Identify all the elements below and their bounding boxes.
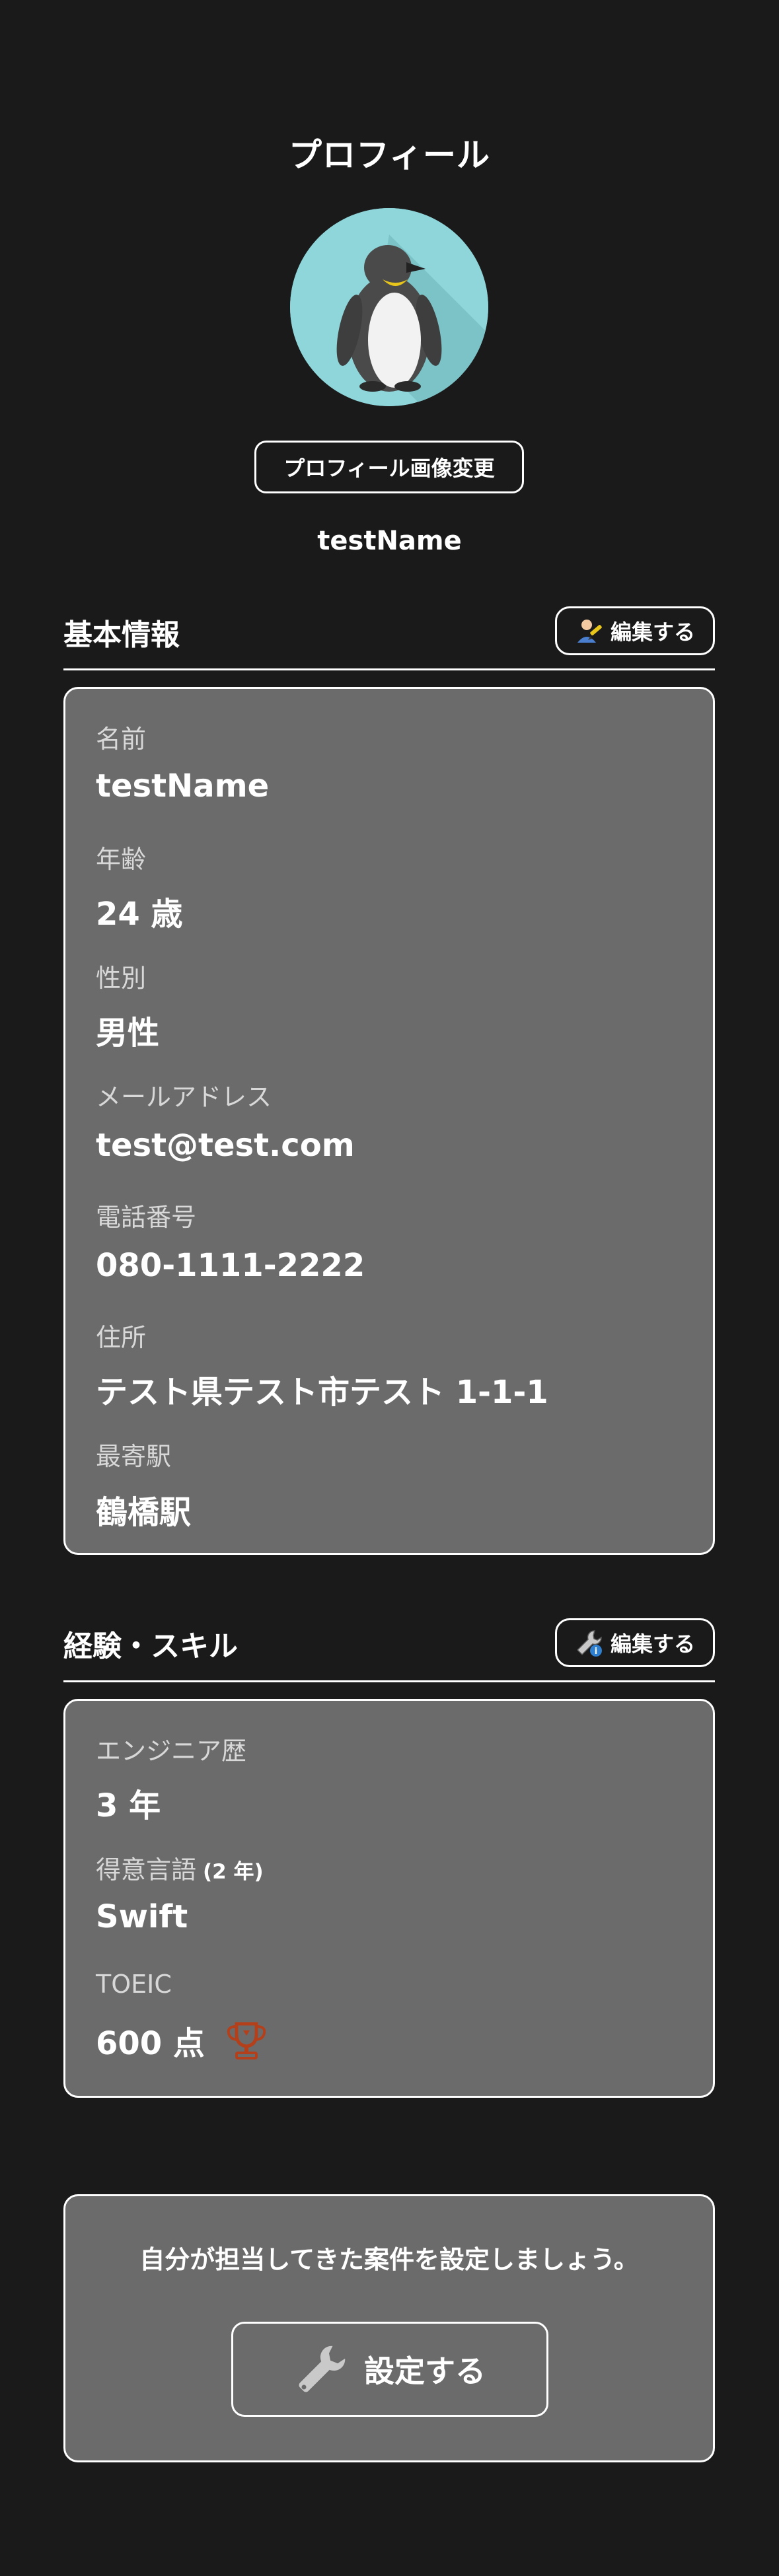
field-label-language-years: (2 年) xyxy=(203,1860,264,1884)
svg-text:i: i xyxy=(595,1647,597,1657)
field-label-toeic: TOEIC xyxy=(96,1970,172,1999)
field-value-station: 鶴橋駅 xyxy=(96,1494,192,1531)
skills-edit-label: 編集する xyxy=(610,1631,695,1657)
field-label-language-text: 得意言語 xyxy=(96,1855,197,1884)
field-value-toeic: 600 点 xyxy=(96,2025,205,2062)
field-label-email: メールアドレス xyxy=(96,1083,272,1112)
projects-setup-button[interactable]: 設定する xyxy=(231,2322,548,2417)
field-label-name: 名前 xyxy=(96,725,147,754)
field-value-engineer-years: 3 年 xyxy=(96,1787,161,1824)
basic-info-card xyxy=(63,687,715,1555)
field-value-phone: 080-1111-2222 xyxy=(96,1247,365,1284)
field-value-language: Swift xyxy=(96,1898,188,1935)
avatar[interactable] xyxy=(290,208,488,406)
skills-title: 経験・スキル xyxy=(63,1629,238,1663)
projects-setup-label: 設定する xyxy=(364,2353,486,2389)
trophy-icon xyxy=(227,2022,266,2059)
field-label-language: 得意言語 (2 年) xyxy=(96,1849,264,1886)
user-edit-icon xyxy=(577,620,602,643)
projects-prompt: 自分が担当してきた案件を設定しましょう。 xyxy=(139,2245,639,2274)
username: testName xyxy=(317,526,462,556)
field-value-email: test@test.com xyxy=(96,1127,355,1164)
field-value-age: 24 歳 xyxy=(96,896,183,933)
field-label-engineer-years: エンジニア歴 xyxy=(96,1736,247,1766)
basic-info-edit-button[interactable]: 編集する xyxy=(555,606,715,655)
skills-divider xyxy=(63,1680,715,1682)
field-label-phone: 電話番号 xyxy=(96,1203,197,1232)
field-label-gender: 性別 xyxy=(96,964,147,993)
wrench-icon xyxy=(297,2344,347,2394)
basic-info-title: 基本情報 xyxy=(63,618,180,652)
wrench-edit-icon: i xyxy=(576,1630,602,1657)
page-title: プロフィール xyxy=(289,136,490,174)
basic-info-divider xyxy=(63,668,715,670)
skills-edit-button[interactable]: i 編集する xyxy=(555,1618,715,1667)
field-label-age: 年齢 xyxy=(96,845,147,874)
field-label-station: 最寄駅 xyxy=(96,1442,172,1471)
basic-info-edit-label: 編集する xyxy=(610,620,695,645)
field-value-name: testName xyxy=(96,768,270,805)
field-value-gender: 男性 xyxy=(96,1015,160,1052)
penguin-icon xyxy=(290,208,488,406)
field-label-address: 住所 xyxy=(96,1323,147,1352)
field-value-toeic-row: 600 点 xyxy=(96,2017,270,2063)
field-value-address: テスト県テスト市テスト 1-1-1 xyxy=(96,1374,548,1411)
change-profile-image-button[interactable]: プロフィール画像変更 xyxy=(254,441,524,493)
